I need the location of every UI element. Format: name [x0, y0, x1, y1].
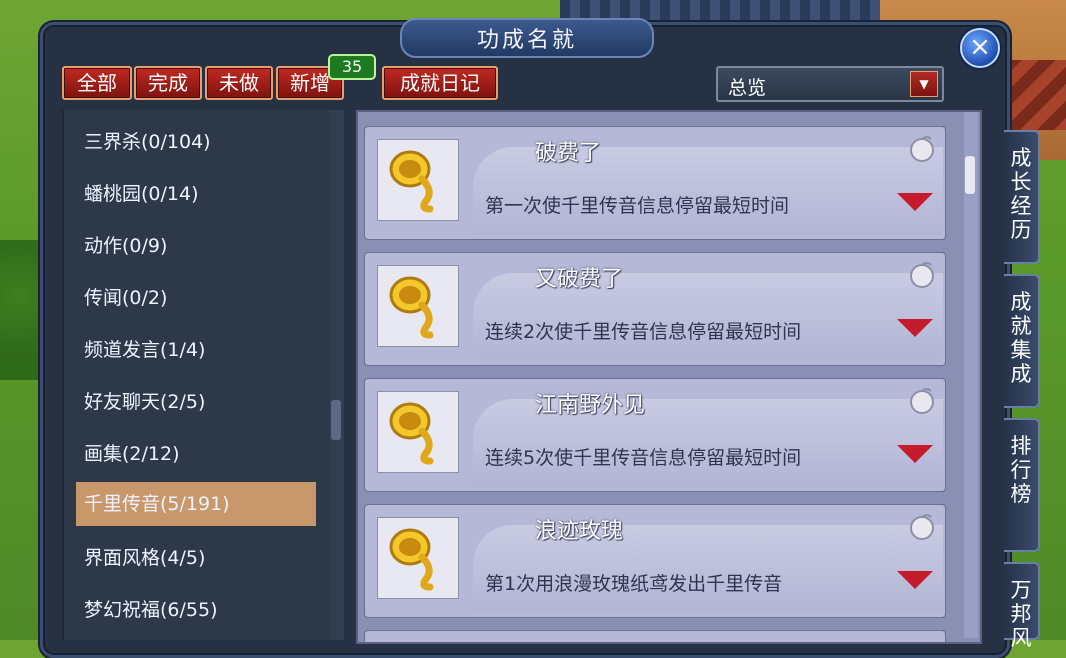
achievement-description: 连续2次使千里传音信息停留最短时间: [485, 321, 802, 343]
achievement-title: 又破费了: [535, 267, 624, 292]
window-title-plate: 功成名就: [400, 18, 654, 58]
new-count-badge: 35: [328, 54, 376, 80]
peach-reward-icon: [910, 262, 934, 288]
category-item-selected[interactable]: 千里传音(5/191): [76, 482, 316, 526]
category-scrollbar-thumb[interactable]: [331, 400, 341, 440]
achievement-diary-button[interactable]: 成就日记: [382, 66, 498, 100]
peach-reward-icon: [910, 136, 934, 162]
close-icon: ×: [969, 32, 991, 62]
peach-reward-icon: [910, 388, 934, 414]
category-item[interactable]: 画集(2/12): [76, 432, 316, 476]
dropdown-value: 总览: [728, 77, 767, 99]
side-tab-label: 万邦风: [1010, 578, 1032, 650]
peach-reward-icon: [910, 514, 934, 540]
horn-icon: [377, 517, 459, 599]
achievement-description: 连续5次使千里传音信息停留最短时间: [485, 447, 802, 469]
category-item[interactable]: 动作(0/9): [76, 224, 316, 268]
expand-arrow-icon[interactable]: [897, 571, 933, 589]
achievement-title: 破费了: [535, 141, 602, 166]
category-scrollbar[interactable]: [330, 110, 344, 640]
category-item[interactable]: 频道发言(1/4): [76, 328, 316, 372]
category-item[interactable]: 蟠桃园(0/14): [76, 172, 316, 216]
category-list: 三界杀(0/104) 蟠桃园(0/14) 动作(0/9) 传闻(0/2) 频道发…: [62, 110, 332, 640]
side-tab-growth[interactable]: 成长经历: [1004, 130, 1040, 264]
side-tab-more[interactable]: 万邦风: [1004, 562, 1040, 650]
category-item[interactable]: 梦幻祝福(6/55): [76, 588, 316, 632]
achievement-title: 浪迹玫瑰: [535, 519, 624, 544]
side-tab-label: 成长经历: [1010, 146, 1032, 242]
tab-all[interactable]: 全部: [62, 66, 132, 100]
expand-arrow-icon[interactable]: [897, 193, 933, 211]
window-title: 功成名就: [476, 28, 577, 53]
category-item[interactable]: 传闻(0/2): [76, 276, 316, 320]
tab-done[interactable]: 完成: [134, 66, 202, 100]
chevron-down-icon[interactable]: ▼: [910, 71, 938, 97]
achievement-title: 江南野外见: [535, 393, 646, 418]
side-tab-label: 排行榜: [1010, 434, 1032, 506]
category-item[interactable]: 好友聊天(2/5): [76, 380, 316, 424]
side-tab-ranking[interactable]: 排行榜: [1004, 418, 1040, 552]
achievement-card[interactable]: 破费了 第一次使千里传音信息停留最短时间: [364, 126, 946, 240]
achievement-card[interactable]: 又破费了 连续2次使千里传音信息停留最短时间: [364, 252, 946, 366]
expand-arrow-icon[interactable]: [897, 319, 933, 337]
horn-icon: [377, 139, 459, 221]
achievement-list: 破费了 第一次使千里传音信息停留最短时间 又破费了 连续2次使千里传音信息停留最…: [356, 110, 982, 644]
side-tab-collection[interactable]: 成就集成: [1004, 274, 1040, 408]
achievement-description: 第一次使千里传音信息停留最短时间: [485, 195, 790, 217]
horn-icon: [377, 265, 459, 347]
expand-arrow-icon[interactable]: [897, 445, 933, 463]
achievement-description: 第1次用浪漫玫瑰纸鸢发出千里传音: [485, 573, 783, 595]
tab-undone[interactable]: 未做: [205, 66, 273, 100]
category-item[interactable]: 界面风格(4/5): [76, 536, 316, 580]
achievement-card-partial[interactable]: [364, 630, 946, 642]
close-button[interactable]: ×: [960, 28, 1000, 68]
achievement-card[interactable]: 浪迹玫瑰 第1次用浪漫玫瑰纸鸢发出千里传音: [364, 504, 946, 618]
achievement-card[interactable]: 江南野外见 连续5次使千里传音信息停留最短时间: [364, 378, 946, 492]
background-bush: [0, 240, 45, 380]
overview-dropdown[interactable]: 总览 ▼: [716, 66, 944, 102]
category-item[interactable]: 三界杀(0/104): [76, 120, 316, 164]
horn-icon: [377, 391, 459, 473]
side-tab-label: 成就集成: [1010, 290, 1032, 386]
achievement-scrollbar-thumb[interactable]: [965, 156, 975, 194]
background-timber: [1005, 60, 1066, 130]
